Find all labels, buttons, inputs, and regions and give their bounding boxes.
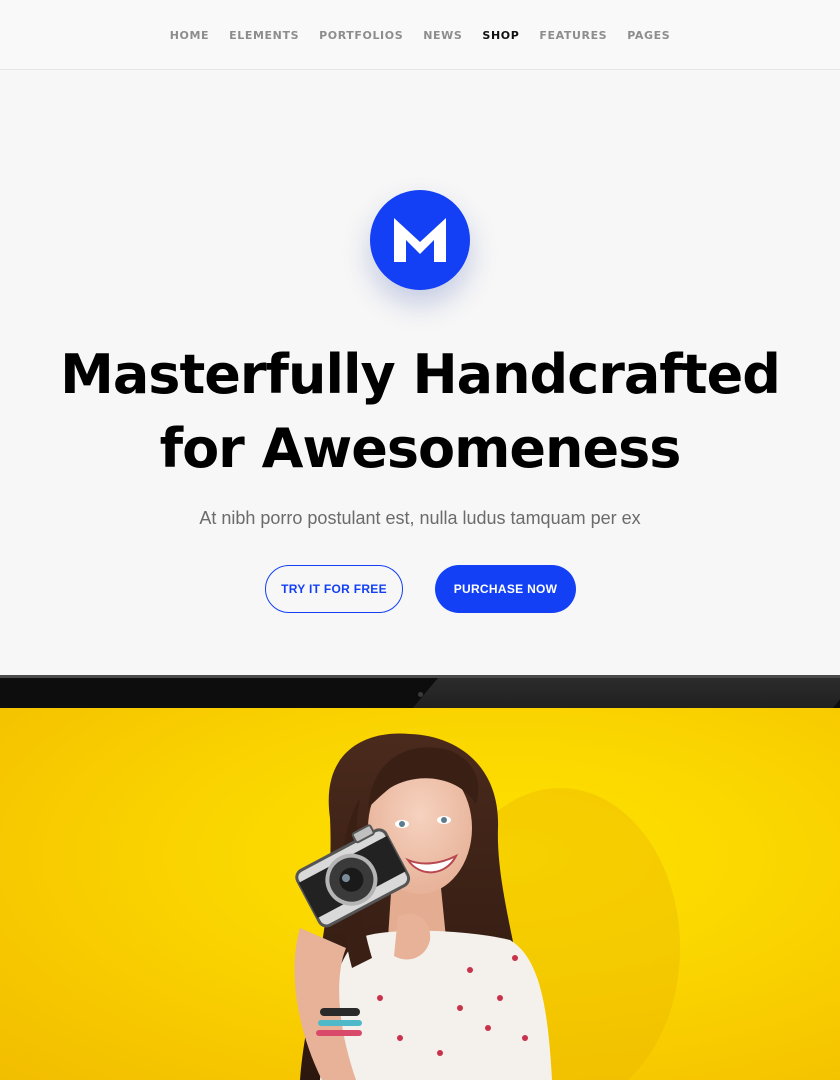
nav-item-shop[interactable]: SHOP [482, 29, 519, 42]
hero-headline-line1: Masterfully Handcrafted [60, 343, 781, 406]
nav-item-news[interactable]: NEWS [423, 29, 462, 42]
bezel-glare [410, 678, 840, 708]
nav-item-portfolios[interactable]: PORTFOLIOS [319, 29, 403, 42]
nav-item-pages[interactable]: PAGES [627, 29, 670, 42]
main-nav: HOME ELEMENTS PORTFOLIOS NEWS SHOP FEATU… [0, 0, 840, 69]
m-logo-icon [394, 218, 446, 262]
camera-icon [418, 692, 423, 697]
hero-headline-line2: for Awesomeness [159, 417, 682, 480]
site-header: HOME ELEMENTS PORTFOLIOS NEWS SHOP FEATU… [0, 0, 840, 70]
nav-item-home[interactable]: HOME [170, 29, 209, 42]
hero-headline: Masterfully Handcrafted for Awesomeness [0, 338, 840, 486]
nav-item-elements[interactable]: ELEMENTS [229, 29, 299, 42]
woman-with-camera-illustration [294, 733, 680, 1080]
device-bezel [0, 675, 840, 708]
try-free-button[interactable]: TRY IT FOR FREE [265, 565, 403, 613]
brand-logo [370, 190, 470, 290]
hero-photo [0, 708, 840, 1080]
hero-subline: At nibh porro postulant est, nulla ludus… [199, 508, 641, 528]
nav-item-features[interactable]: FEATURES [539, 29, 607, 42]
purchase-now-button[interactable]: PURCHASE NOW [435, 565, 576, 613]
